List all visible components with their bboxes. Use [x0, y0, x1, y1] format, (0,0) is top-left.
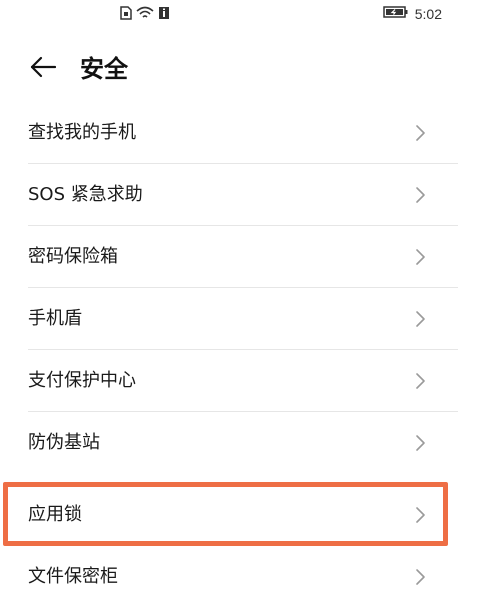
page-title: 安全 [80, 55, 128, 83]
settings-item-label: 防伪基站 [28, 432, 100, 453]
info-icon [158, 5, 170, 24]
chevron-right-icon [410, 371, 430, 391]
sim-card-icon [120, 5, 132, 24]
settings-item-payment-protection[interactable]: 支付保护中心 [0, 350, 500, 412]
chevron-right-icon [410, 567, 430, 587]
chevron-right-icon [410, 309, 430, 329]
settings-item-sos[interactable]: SOS 紧急求助 [0, 164, 500, 226]
settings-item-label: 支付保护中心 [28, 370, 136, 391]
settings-item-password-vault[interactable]: 密码保险箱 [0, 226, 500, 288]
settings-item-label: 密码保险箱 [28, 246, 118, 267]
settings-item-find-my-phone[interactable]: 查找我的手机 [0, 102, 500, 164]
settings-item-label: 文件保密柜 [28, 566, 118, 587]
battery-charging-icon [383, 4, 409, 23]
highlight-annotation-box [3, 482, 448, 546]
settings-item-label: 查找我的手机 [28, 122, 136, 143]
status-time: 5:02 [414, 5, 442, 22]
chevron-right-icon [410, 185, 430, 205]
settings-item-fake-base-station[interactable]: 防伪基站 [0, 412, 500, 474]
chevron-right-icon [410, 123, 430, 143]
back-button[interactable] [26, 52, 60, 86]
settings-item-label: SOS 紧急求助 [28, 184, 143, 205]
settings-item-label: 手机盾 [28, 308, 82, 329]
header: 安全 [0, 44, 500, 94]
settings-item-file-safe[interactable]: 文件保密柜 [0, 546, 500, 608]
status-bar: 5:02 [0, 0, 500, 28]
chevron-right-icon [410, 433, 430, 453]
status-icons-left [120, 5, 170, 24]
status-icons-right: 5:02 [383, 4, 442, 23]
wifi-icon [136, 5, 154, 24]
chevron-right-icon [410, 247, 430, 267]
back-arrow-icon [30, 56, 57, 82]
settings-item-phone-shield[interactable]: 手机盾 [0, 288, 500, 350]
